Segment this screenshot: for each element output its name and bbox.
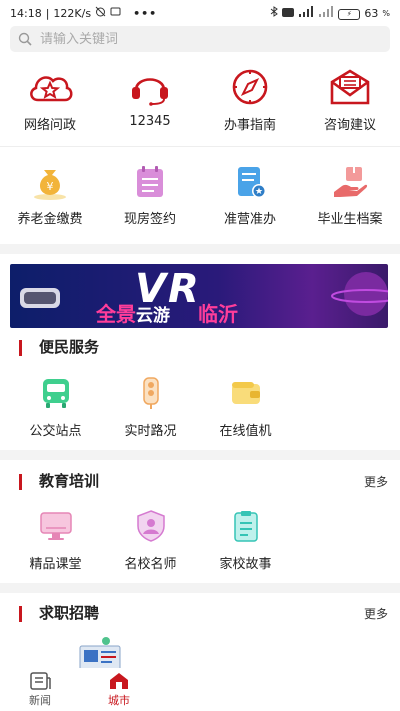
battery-icon: ⚡: [338, 6, 361, 20]
section-header-education: 教育培训 更多: [0, 470, 400, 494]
service-zhunyingzhunban[interactable]: 准营准办: [200, 164, 300, 234]
status-bar: 14:18 | 122K/s ••• ⚡ 63 %: [10, 6, 390, 20]
service-label: 咨询建议: [323, 118, 376, 133]
service-zaixianzhiji[interactable]: 在线值机: [198, 376, 293, 439]
mail-icon: [330, 69, 370, 105]
education-services: 精品课堂 名校名师 家校故事: [0, 509, 400, 572]
status-time: 14:18: [10, 6, 42, 20]
search-bar[interactable]: [10, 26, 390, 52]
more-dots-icon: •••: [133, 6, 158, 20]
banner-text-1: 全景: [96, 302, 136, 326]
banner-text-2: 云游: [136, 306, 170, 326]
service-jingpinketang[interactable]: 精品课堂: [8, 509, 103, 572]
service-label: 实时路况: [124, 424, 177, 439]
signal-icon-2: [318, 6, 334, 20]
service-biyesheng[interactable]: 毕业生档案: [300, 164, 400, 234]
service-wangluowenzheng[interactable]: 网络问政: [0, 68, 100, 140]
wallet-icon: [231, 382, 260, 404]
service-gongjiaozhandian[interactable]: 公交站点: [8, 376, 103, 439]
status-speed: 122K/s: [53, 6, 92, 20]
bluetooth-icon: [270, 6, 279, 20]
section-title: 教育培训: [39, 472, 100, 490]
service-label: 公交站点: [29, 424, 82, 439]
tab-city[interactable]: 城市: [89, 672, 149, 708]
city-icon: [110, 673, 128, 689]
section-accent-bar: [19, 606, 22, 622]
service-label: 办事指南: [223, 118, 276, 133]
top-services: 网络问政 12345 办事指南 咨询建议: [0, 68, 400, 140]
hand-box-icon: [334, 167, 368, 197]
tab-label: 新闻: [29, 694, 51, 707]
planet-icon: [331, 272, 388, 316]
monitor-icon: [39, 512, 72, 540]
service-label: 家校故事: [219, 557, 272, 572]
service-label: 现房签约: [123, 212, 176, 227]
divider: [0, 146, 400, 147]
service-label: 在线值机: [219, 424, 272, 439]
section-title: 便民服务: [39, 338, 100, 356]
service-jiaxiaogushi[interactable]: 家校故事: [198, 509, 293, 572]
banner-text: 全景 云游 临沂: [96, 298, 238, 327]
service-label: 养老金缴费: [17, 212, 83, 227]
vr-banner[interactable]: VR 全景 云游 临沂: [10, 264, 388, 328]
document-badge-icon: [238, 167, 266, 198]
more-link-education[interactable]: 更多: [364, 473, 388, 490]
money-bag-icon: ¥: [34, 170, 66, 200]
message-icon: [110, 6, 121, 20]
section-gap: [0, 450, 400, 460]
battery-level: 63: [364, 6, 379, 20]
service-label: 网络问政: [23, 118, 76, 133]
service-label: 准营准办: [223, 212, 276, 227]
alarm-off-icon: [95, 6, 106, 20]
service-12345[interactable]: 12345: [100, 68, 200, 140]
service-label: 毕业生档案: [317, 212, 383, 227]
service-mingxiaomingshi[interactable]: 名校名师: [103, 509, 198, 572]
service-banshizhinan[interactable]: 办事指南: [200, 68, 300, 140]
section-header-convenience: 便民服务: [0, 336, 400, 360]
section-accent-bar: [19, 340, 22, 356]
news-icon: [30, 672, 51, 690]
section-gap: [0, 244, 400, 254]
signal-icon: [298, 6, 314, 20]
service-yanglaojin[interactable]: ¥ 养老金缴费: [0, 164, 100, 234]
bus-icon: [42, 379, 69, 408]
section-header-jobs: 求职招聘 更多: [0, 602, 400, 626]
tab-news[interactable]: 新闻: [10, 672, 70, 708]
bottom-tab-bar: 新闻 城市: [0, 668, 400, 711]
traffic-light-icon: [142, 377, 159, 409]
service-label: 精品课堂: [29, 557, 82, 572]
service-label: 12345: [129, 114, 171, 129]
svg-text:¥: ¥: [47, 180, 54, 193]
tab-label: 城市: [108, 694, 130, 707]
convenience-services: 公交站点 实时路况 在线值机: [0, 376, 400, 439]
headset-icon: [132, 78, 168, 106]
service-label: 名校名师: [124, 557, 177, 572]
banner-text-3: 临沂: [198, 302, 238, 326]
cloud-star-icon: [30, 76, 73, 102]
service-xianfangqianyue[interactable]: 现房签约: [100, 164, 200, 234]
section-title: 求职招聘: [39, 604, 100, 622]
hd-icon: [282, 7, 295, 20]
section-accent-bar: [19, 474, 22, 490]
clipboard-icon: [233, 511, 258, 542]
search-input[interactable]: [40, 31, 360, 47]
job-illustration-icon[interactable]: [76, 636, 128, 672]
search-icon: [18, 32, 32, 46]
more-link-jobs[interactable]: 更多: [364, 605, 388, 622]
compass-icon: [232, 69, 268, 105]
vr-headset-icon: [20, 288, 60, 308]
calendar-icon: [137, 166, 163, 197]
service-zixunjianyi[interactable]: 咨询建议: [300, 68, 400, 140]
teacher-shield-icon: [136, 510, 165, 542]
service-shishilukuang[interactable]: 实时路况: [103, 376, 198, 439]
secondary-services: ¥ 养老金缴费 现房签约 准营准办 毕业生档案: [0, 164, 400, 234]
section-gap: [0, 583, 400, 593]
